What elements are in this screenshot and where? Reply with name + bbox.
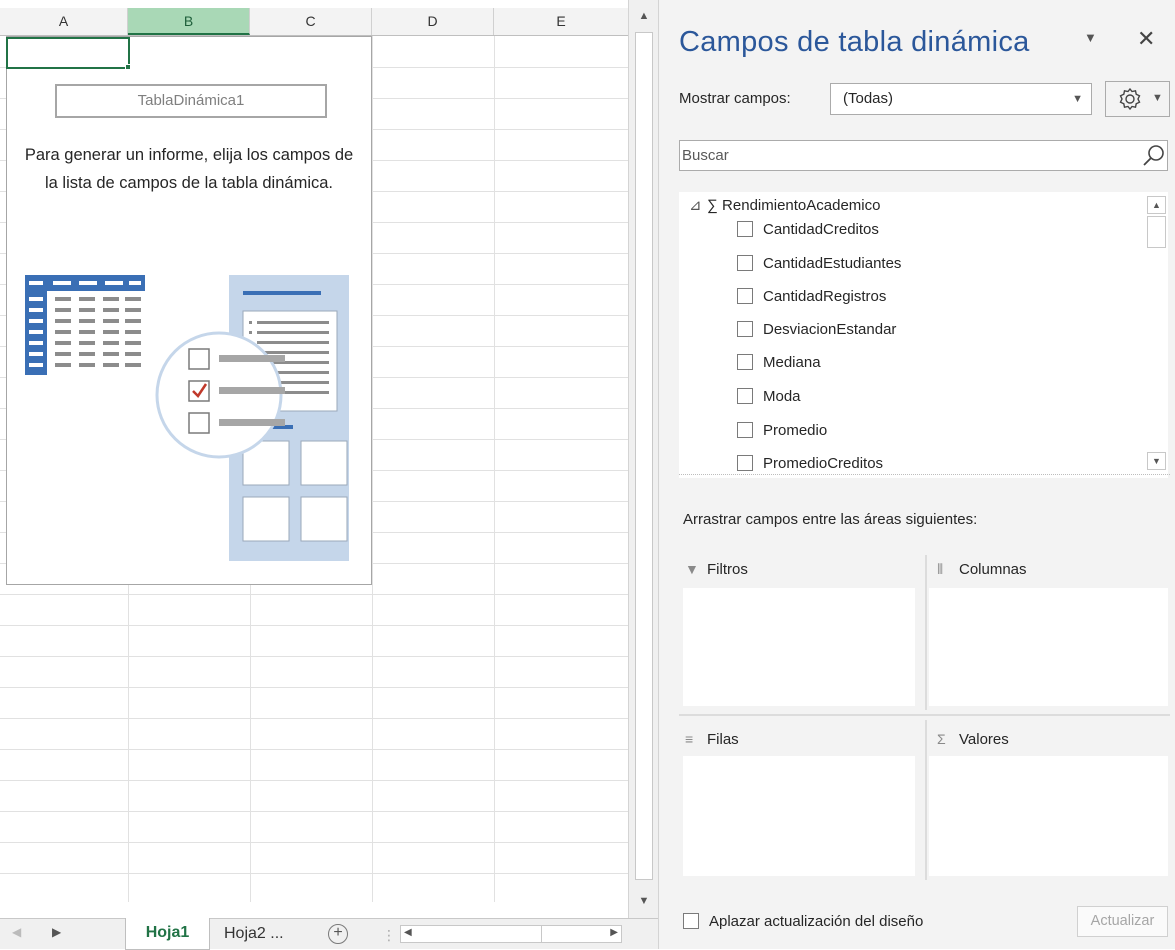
pivot-table-placeholder[interactable]: TablaDinámica1 Para generar un informe, … — [6, 36, 372, 585]
values-area-label: Σ Valores — [937, 731, 1009, 748]
filter-icon: ▼ — [685, 561, 699, 577]
scroll-up-icon[interactable]: ▲ — [1147, 196, 1166, 214]
sheet-tab-bar: ◀ ▶ Hoja1 Hoja2 ... + ⋮ ◀ ▶ — [0, 918, 658, 950]
field-label: DesviacionEstandar — [763, 321, 897, 338]
sigma-icon: ∑ — [707, 197, 718, 214]
field-label: CantidadEstudiantes — [763, 255, 902, 272]
defer-update-checkbox[interactable] — [683, 913, 699, 929]
tab-prev-icon[interactable]: ◀ — [12, 925, 21, 939]
field-list[interactable]: ⊿ ∑ RendimientoAcademico CantidadCredito… — [679, 192, 1168, 478]
column-header-e[interactable]: E — [494, 8, 628, 35]
field-item[interactable]: PromedioCreditos — [737, 454, 883, 476]
chevron-down-icon: ▼ — [1072, 93, 1083, 105]
field-label: PromedioCreditos — [763, 455, 884, 472]
filters-area-label: ▼ Filtros — [685, 561, 748, 578]
gear-icon — [1119, 87, 1141, 111]
field-label: Promedio — [763, 422, 828, 439]
area-separator — [925, 555, 927, 710]
pivot-table-name: TablaDinámica1 — [55, 84, 327, 118]
rows-drop-zone[interactable] — [683, 756, 915, 876]
column-headers: A B C D E — [0, 8, 628, 36]
close-icon[interactable]: ✕ — [1137, 26, 1155, 52]
field-label: CantidadRegistros — [763, 288, 887, 305]
show-fields-select[interactable]: (Todas) ▼ — [830, 83, 1092, 115]
pane-options-chevron-down-icon[interactable]: ▼ — [1084, 30, 1097, 45]
add-sheet-icon[interactable]: + — [328, 924, 348, 944]
sigma-icon: Σ — [937, 731, 946, 747]
field-item[interactable]: Promedio — [737, 421, 827, 443]
section-divider[interactable] — [679, 474, 1170, 475]
column-header-b[interactable]: B — [128, 8, 250, 35]
tools-button[interactable]: ▼ — [1105, 81, 1170, 117]
tab-next-icon[interactable]: ▶ — [52, 925, 61, 939]
scroll-left-icon[interactable]: ◀ — [404, 927, 412, 938]
field-label: Mediana — [763, 354, 821, 371]
field-item[interactable]: CantidadEstudiantes — [737, 254, 901, 276]
field-list-scroll-thumb[interactable] — [1147, 216, 1166, 248]
drag-fields-label: Arrastrar campos entre las áreas siguien… — [683, 511, 978, 528]
columns-area-label: ⦀ Columnas — [937, 561, 1027, 578]
search-input[interactable]: Buscar — [679, 140, 1168, 171]
vertical-scrollbar[interactable]: ▲ ▼ — [628, 0, 658, 918]
column-header-d[interactable]: D — [372, 8, 494, 35]
values-drop-zone[interactable] — [929, 756, 1168, 876]
pivot-illustration-icon — [25, 275, 349, 561]
checkbox[interactable] — [737, 288, 753, 304]
update-button[interactable]: Actualizar — [1077, 906, 1168, 937]
sheet-tab-hoja2[interactable]: Hoja2 ... — [224, 919, 284, 950]
rows-area-label: ≡ Filas — [685, 731, 739, 748]
spreadsheet[interactable]: A B C D E TablaDinámica1 Para generar un… — [0, 0, 628, 949]
area-separator — [925, 720, 927, 880]
sheet-tab-hoja1[interactable]: Hoja1 — [125, 918, 210, 950]
table-node[interactable]: ⊿ ∑ RendimientoAcademico — [689, 196, 880, 214]
fill-handle[interactable] — [125, 64, 131, 70]
search-placeholder: Buscar — [682, 147, 729, 164]
columns-drop-zone[interactable] — [929, 588, 1168, 706]
columns-icon: ⦀ — [937, 561, 944, 577]
scrollbar-thumb[interactable] — [635, 32, 653, 880]
checkbox[interactable] — [737, 455, 753, 471]
field-item[interactable]: DesviacionEstandar — [737, 320, 896, 342]
checkbox[interactable] — [737, 221, 753, 237]
tab-splitter-icon[interactable]: ⋮ — [382, 927, 396, 944]
pane-title: Campos de tabla dinámica — [679, 26, 1030, 58]
defer-update-label: Aplazar actualización del diseño — [709, 913, 924, 930]
field-label: CantidadCreditos — [763, 221, 879, 238]
area-separator-horizontal[interactable] — [679, 714, 1170, 716]
field-list-scrollbar[interactable]: ▲ ▼ — [1146, 194, 1168, 470]
scroll-down-icon[interactable]: ▼ — [637, 895, 651, 911]
field-item[interactable]: CantidadCreditos — [737, 220, 879, 242]
rows-icon: ≡ — [685, 731, 694, 747]
scroll-down-icon[interactable]: ▼ — [1147, 452, 1166, 470]
pivot-instructions: Para generar un informe, elija los campo… — [24, 146, 354, 192]
column-header-c[interactable]: C — [250, 8, 372, 35]
scroll-right-icon[interactable]: ▶ — [610, 927, 618, 938]
show-fields-value: (Todas) — [843, 90, 894, 107]
checkbox[interactable] — [737, 354, 753, 370]
column-header-a[interactable]: A — [0, 8, 128, 35]
filters-drop-zone[interactable] — [683, 588, 915, 706]
checkbox[interactable] — [737, 422, 753, 438]
field-item[interactable]: Mediana — [737, 353, 821, 375]
pivot-fields-pane: Campos de tabla dinámica ▼ ✕ Mostrar cam… — [658, 0, 1175, 949]
defer-update-option[interactable]: Aplazar actualización del diseño — [683, 913, 923, 930]
chevron-down-icon: ▼ — [1152, 92, 1163, 104]
show-fields-label: Mostrar campos: — [679, 90, 791, 107]
checkbox[interactable] — [737, 321, 753, 337]
collapse-icon[interactable]: ⊿ — [689, 196, 703, 214]
active-cell-a1[interactable] — [6, 37, 130, 69]
field-item[interactable]: Moda — [737, 387, 801, 409]
field-item[interactable]: CantidadRegistros — [737, 287, 886, 309]
table-name: RendimientoAcademico — [722, 197, 881, 214]
field-label: Moda — [763, 388, 801, 405]
horizontal-scroll-thumb[interactable] — [417, 926, 542, 942]
checkbox[interactable] — [737, 255, 753, 271]
search-icon[interactable] — [1141, 143, 1167, 169]
scroll-up-icon[interactable]: ▲ — [637, 10, 651, 26]
checkbox[interactable] — [737, 388, 753, 404]
horizontal-scrollbar[interactable]: ◀ ▶ — [400, 925, 622, 943]
